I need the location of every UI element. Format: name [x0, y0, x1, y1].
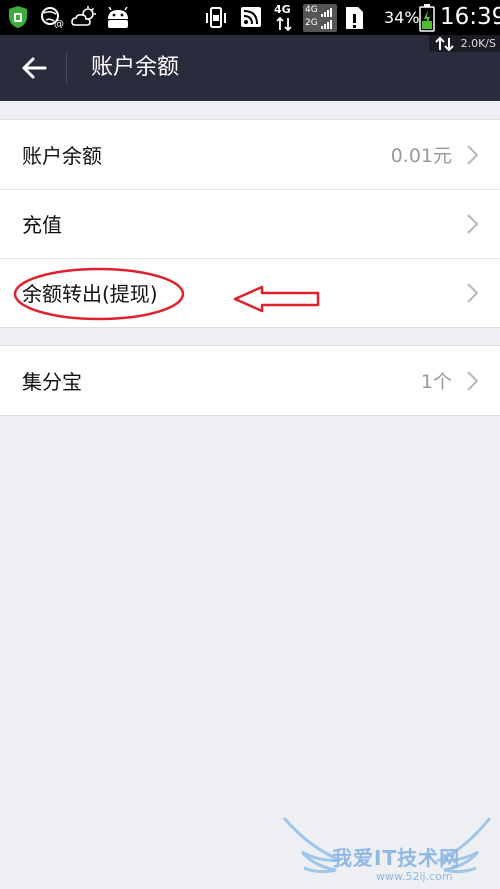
security-shield-icon	[9, 6, 27, 28]
menu-item-recharge[interactable]: 充值	[0, 189, 500, 258]
vibrate-phone-icon	[206, 7, 226, 28]
battery-percent: 34%	[384, 8, 420, 27]
sd-card-alert-icon	[346, 7, 363, 29]
android-icon	[108, 7, 128, 28]
chevron-right-icon	[467, 283, 479, 303]
chevron-right-icon	[467, 214, 479, 234]
status-bar: @ 4G 4G 2G 34% 16:39	[0, 0, 500, 35]
data-arrows-icon	[276, 17, 292, 31]
network-4g-label: 4G	[274, 3, 291, 16]
broadcast-signal-icon	[241, 7, 261, 27]
chevron-right-icon	[467, 371, 479, 391]
app-header: 账户余额 2.0K/S	[0, 35, 500, 101]
dual-signal-block: 4G 2G	[303, 4, 337, 32]
net-speed-text: 2.0K/S	[460, 37, 496, 50]
balance-value: 0.01元	[390, 145, 452, 167]
menu-item-label: 账户余额	[22, 144, 102, 168]
signal-bars-icon	[321, 8, 332, 29]
points-value: 1个	[420, 371, 452, 393]
svg-text:@: @	[54, 19, 64, 28]
menu-item-label: 集分宝	[22, 370, 82, 394]
watermark-text: 我爱IT技术网	[332, 846, 461, 870]
site-watermark: 我爱IT技术网 www.52ij.com	[280, 808, 500, 889]
annotation-highlight-ellipse	[13, 267, 185, 321]
back-arrow-icon	[22, 57, 47, 79]
menu-item-label: 充值	[22, 213, 62, 237]
back-button[interactable]	[14, 51, 54, 85]
watermark-url: www.52ij.com	[376, 870, 453, 883]
menu-item-jifenbao[interactable]: 集分宝 1个	[0, 346, 500, 415]
annotation-arrow-icon	[233, 285, 320, 313]
up-down-arrows-icon	[434, 36, 454, 51]
clock-time: 16:39	[440, 4, 500, 30]
globe-mail-icon: @	[41, 7, 64, 28]
net-speed-indicator: 2.0K/S	[428, 35, 500, 52]
weather-cloud-sun-icon	[71, 6, 96, 26]
page-title: 账户余额	[91, 55, 180, 80]
chevron-right-icon	[467, 145, 479, 165]
header-divider	[66, 53, 67, 83]
network-4g-small-label: 4G	[305, 5, 318, 15]
battery-charging-icon	[419, 4, 435, 32]
network-2g-small-label: 2G	[305, 18, 318, 28]
menu-item-account-balance[interactable]: 账户余额 0.01元	[0, 120, 500, 189]
points-menu-group: 集分宝 1个	[0, 345, 500, 416]
